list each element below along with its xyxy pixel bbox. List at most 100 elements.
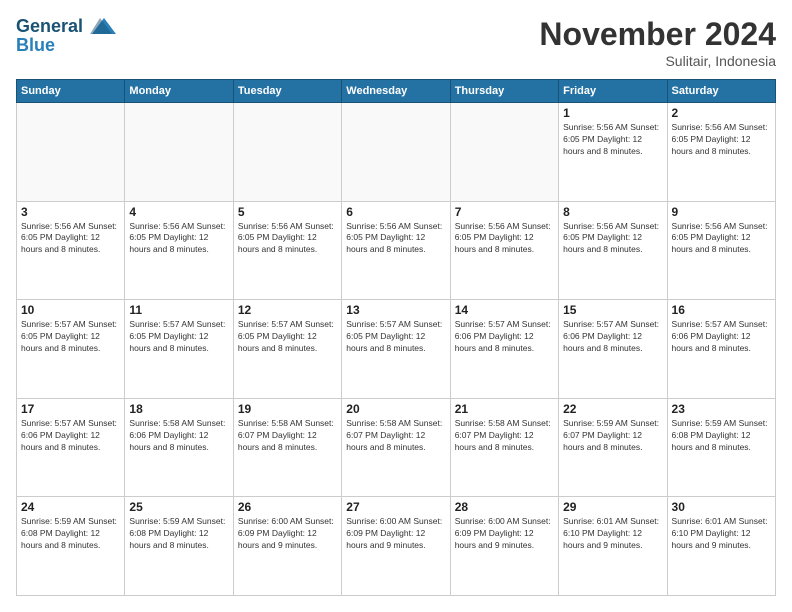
day-info: Sunrise: 6:00 AM Sunset: 6:09 PM Dayligh… — [346, 516, 445, 552]
day-info: Sunrise: 5:59 AM Sunset: 6:08 PM Dayligh… — [672, 418, 771, 454]
day-info: Sunrise: 5:57 AM Sunset: 6:05 PM Dayligh… — [21, 319, 120, 355]
day-info: Sunrise: 5:56 AM Sunset: 6:05 PM Dayligh… — [455, 221, 554, 257]
week-row-3: 10Sunrise: 5:57 AM Sunset: 6:05 PM Dayli… — [17, 300, 776, 399]
day-info: Sunrise: 5:56 AM Sunset: 6:05 PM Dayligh… — [238, 221, 337, 257]
logo-icon — [90, 16, 118, 38]
day-info: Sunrise: 5:59 AM Sunset: 6:08 PM Dayligh… — [129, 516, 228, 552]
day-number: 25 — [129, 500, 228, 514]
day-number: 16 — [672, 303, 771, 317]
day-cell-5: 5 Sunrise: 5:56 AM Sunset: 6:05 PM Daylig… — [233, 201, 341, 300]
day-info: Sunrise: 5:56 AM Sunset: 6:05 PM Dayligh… — [672, 221, 771, 257]
day-number: 5 — [238, 205, 337, 219]
title-block: November 2024 Sulitair, Indonesia — [539, 16, 776, 69]
day-info: Sunrise: 5:57 AM Sunset: 6:06 PM Dayligh… — [455, 319, 554, 355]
day-info: Sunrise: 6:01 AM Sunset: 6:10 PM Dayligh… — [672, 516, 771, 552]
day-number: 20 — [346, 402, 445, 416]
empty-cell — [125, 103, 233, 202]
logo-blue: Blue — [16, 36, 120, 56]
day-cell-6: 6 Sunrise: 5:56 AM Sunset: 6:05 PM Daylig… — [342, 201, 450, 300]
day-number: 23 — [672, 402, 771, 416]
day-info: Sunrise: 5:58 AM Sunset: 6:06 PM Dayligh… — [129, 418, 228, 454]
day-info: Sunrise: 6:00 AM Sunset: 6:09 PM Dayligh… — [238, 516, 337, 552]
day-info: Sunrise: 5:57 AM Sunset: 6:05 PM Dayligh… — [238, 319, 337, 355]
day-info: Sunrise: 5:59 AM Sunset: 6:07 PM Dayligh… — [563, 418, 662, 454]
day-info: Sunrise: 5:56 AM Sunset: 6:05 PM Dayligh… — [21, 221, 120, 257]
day-cell-18: 18 Sunrise: 5:58 AM Sunset: 6:06 PM Dayli… — [125, 398, 233, 497]
day-info: Sunrise: 5:57 AM Sunset: 6:06 PM Dayligh… — [21, 418, 120, 454]
day-info: Sunrise: 5:56 AM Sunset: 6:05 PM Dayligh… — [563, 221, 662, 257]
day-number: 11 — [129, 303, 228, 317]
day-number: 18 — [129, 402, 228, 416]
day-info: Sunrise: 5:57 AM Sunset: 6:06 PM Dayligh… — [563, 319, 662, 355]
day-number: 21 — [455, 402, 554, 416]
day-info: Sunrise: 5:58 AM Sunset: 6:07 PM Dayligh… — [238, 418, 337, 454]
day-number: 1 — [563, 106, 662, 120]
day-number: 15 — [563, 303, 662, 317]
day-info: Sunrise: 5:56 AM Sunset: 6:05 PM Dayligh… — [563, 122, 662, 158]
day-cell-19: 19 Sunrise: 5:58 AM Sunset: 6:07 PM Dayli… — [233, 398, 341, 497]
day-info: Sunrise: 5:58 AM Sunset: 6:07 PM Dayligh… — [346, 418, 445, 454]
weekday-tuesday: Tuesday — [233, 80, 341, 103]
day-cell-29: 29 Sunrise: 6:01 AM Sunset: 6:10 PM Dayli… — [559, 497, 667, 596]
day-cell-13: 13 Sunrise: 5:57 AM Sunset: 6:05 PM Dayli… — [342, 300, 450, 399]
day-info: Sunrise: 6:01 AM Sunset: 6:10 PM Dayligh… — [563, 516, 662, 552]
day-cell-16: 16Sunrise: 5:57 AM Sunset: 6:06 PM Dayli… — [667, 300, 775, 399]
day-number: 2 — [672, 106, 771, 120]
weekday-saturday: Saturday — [667, 80, 775, 103]
day-number: 6 — [346, 205, 445, 219]
day-info: Sunrise: 5:56 AM Sunset: 6:05 PM Dayligh… — [672, 122, 771, 158]
day-cell-21: 21 Sunrise: 5:58 AM Sunset: 6:07 PM Dayli… — [450, 398, 558, 497]
day-cell-17: 17 Sunrise: 5:57 AM Sunset: 6:06 PM Dayli… — [17, 398, 125, 497]
day-number: 28 — [455, 500, 554, 514]
week-row-2: 3 Sunrise: 5:56 AM Sunset: 6:05 PM Daylig… — [17, 201, 776, 300]
day-cell-1: 1 Sunrise: 5:56 AM Sunset: 6:05 PM Daylig… — [559, 103, 667, 202]
day-cell-28: 28 Sunrise: 6:00 AM Sunset: 6:09 PM Dayli… — [450, 497, 558, 596]
day-number: 4 — [129, 205, 228, 219]
day-cell-4: 4 Sunrise: 5:56 AM Sunset: 6:05 PM Daylig… — [125, 201, 233, 300]
day-cell-9: 9 Sunrise: 5:56 AM Sunset: 6:05 PM Daylig… — [667, 201, 775, 300]
day-info: Sunrise: 5:56 AM Sunset: 6:05 PM Dayligh… — [346, 221, 445, 257]
day-number: 19 — [238, 402, 337, 416]
day-cell-27: 27Sunrise: 6:00 AM Sunset: 6:09 PM Dayli… — [342, 497, 450, 596]
day-cell-24: 24Sunrise: 5:59 AM Sunset: 6:08 PM Dayli… — [17, 497, 125, 596]
week-row-1: 1 Sunrise: 5:56 AM Sunset: 6:05 PM Daylig… — [17, 103, 776, 202]
weekday-sunday: Sunday — [17, 80, 125, 103]
day-number: 8 — [563, 205, 662, 219]
day-number: 14 — [455, 303, 554, 317]
day-number: 9 — [672, 205, 771, 219]
day-number: 17 — [21, 402, 120, 416]
day-info: Sunrise: 5:58 AM Sunset: 6:07 PM Dayligh… — [455, 418, 554, 454]
day-number: 22 — [563, 402, 662, 416]
weekday-monday: Monday — [125, 80, 233, 103]
day-cell-14: 14 Sunrise: 5:57 AM Sunset: 6:06 PM Dayli… — [450, 300, 558, 399]
weekday-wednesday: Wednesday — [342, 80, 450, 103]
page: General Blue November 2024 Sulitair, Ind… — [0, 0, 792, 612]
day-info: Sunrise: 6:00 AM Sunset: 6:09 PM Dayligh… — [455, 516, 554, 552]
day-number: 26 — [238, 500, 337, 514]
day-number: 3 — [21, 205, 120, 219]
empty-cell — [450, 103, 558, 202]
weekday-thursday: Thursday — [450, 80, 558, 103]
day-number: 7 — [455, 205, 554, 219]
empty-cell — [233, 103, 341, 202]
day-cell-26: 26 Sunrise: 6:00 AM Sunset: 6:09 PM Dayli… — [233, 497, 341, 596]
day-number: 24 — [21, 500, 120, 514]
day-cell-11: 11Sunrise: 5:57 AM Sunset: 6:05 PM Dayli… — [125, 300, 233, 399]
day-number: 29 — [563, 500, 662, 514]
weekday-header-row: SundayMondayTuesdayWednesdayThursdayFrid… — [17, 80, 776, 103]
day-cell-20: 20 Sunrise: 5:58 AM Sunset: 6:07 PM Dayli… — [342, 398, 450, 497]
day-cell-15: 15 Sunrise: 5:57 AM Sunset: 6:06 PM Dayli… — [559, 300, 667, 399]
day-cell-22: 22 Sunrise: 5:59 AM Sunset: 6:07 PM Dayli… — [559, 398, 667, 497]
day-cell-2: 2 Sunrise: 5:56 AM Sunset: 6:05 PM Daylig… — [667, 103, 775, 202]
day-cell-8: 8 Sunrise: 5:56 AM Sunset: 6:05 PM Daylig… — [559, 201, 667, 300]
week-row-4: 17 Sunrise: 5:57 AM Sunset: 6:06 PM Dayli… — [17, 398, 776, 497]
empty-cell — [342, 103, 450, 202]
day-cell-10: 10Sunrise: 5:57 AM Sunset: 6:05 PM Dayli… — [17, 300, 125, 399]
day-cell-12: 12Sunrise: 5:57 AM Sunset: 6:05 PM Dayli… — [233, 300, 341, 399]
empty-cell — [17, 103, 125, 202]
day-info: Sunrise: 5:56 AM Sunset: 6:05 PM Dayligh… — [129, 221, 228, 257]
day-cell-30: 30Sunrise: 6:01 AM Sunset: 6:10 PM Dayli… — [667, 497, 775, 596]
day-number: 13 — [346, 303, 445, 317]
day-cell-23: 23 Sunrise: 5:59 AM Sunset: 6:08 PM Dayli… — [667, 398, 775, 497]
day-info: Sunrise: 5:57 AM Sunset: 6:05 PM Dayligh… — [346, 319, 445, 355]
